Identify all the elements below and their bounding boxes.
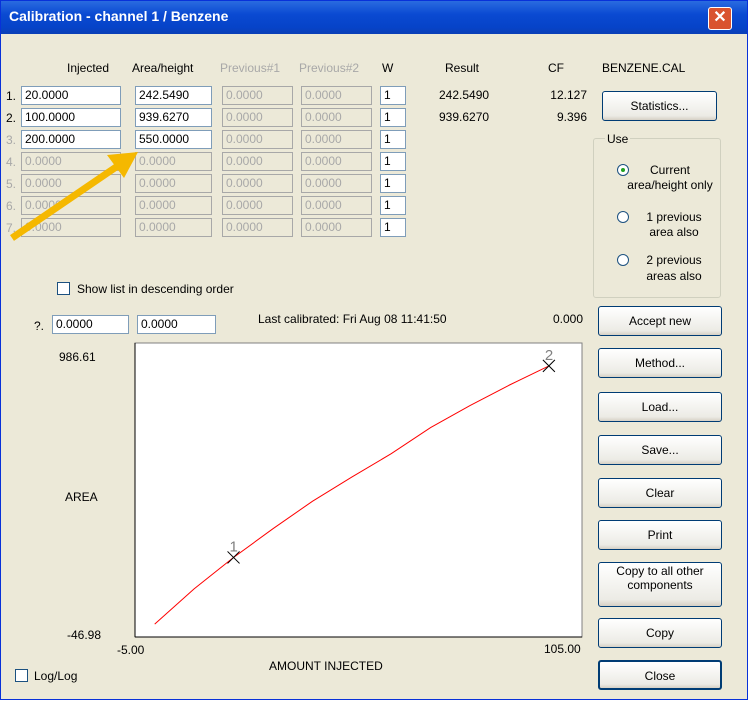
annotation-arrow (10, 152, 138, 241)
arrow-shaft (10, 160, 124, 241)
